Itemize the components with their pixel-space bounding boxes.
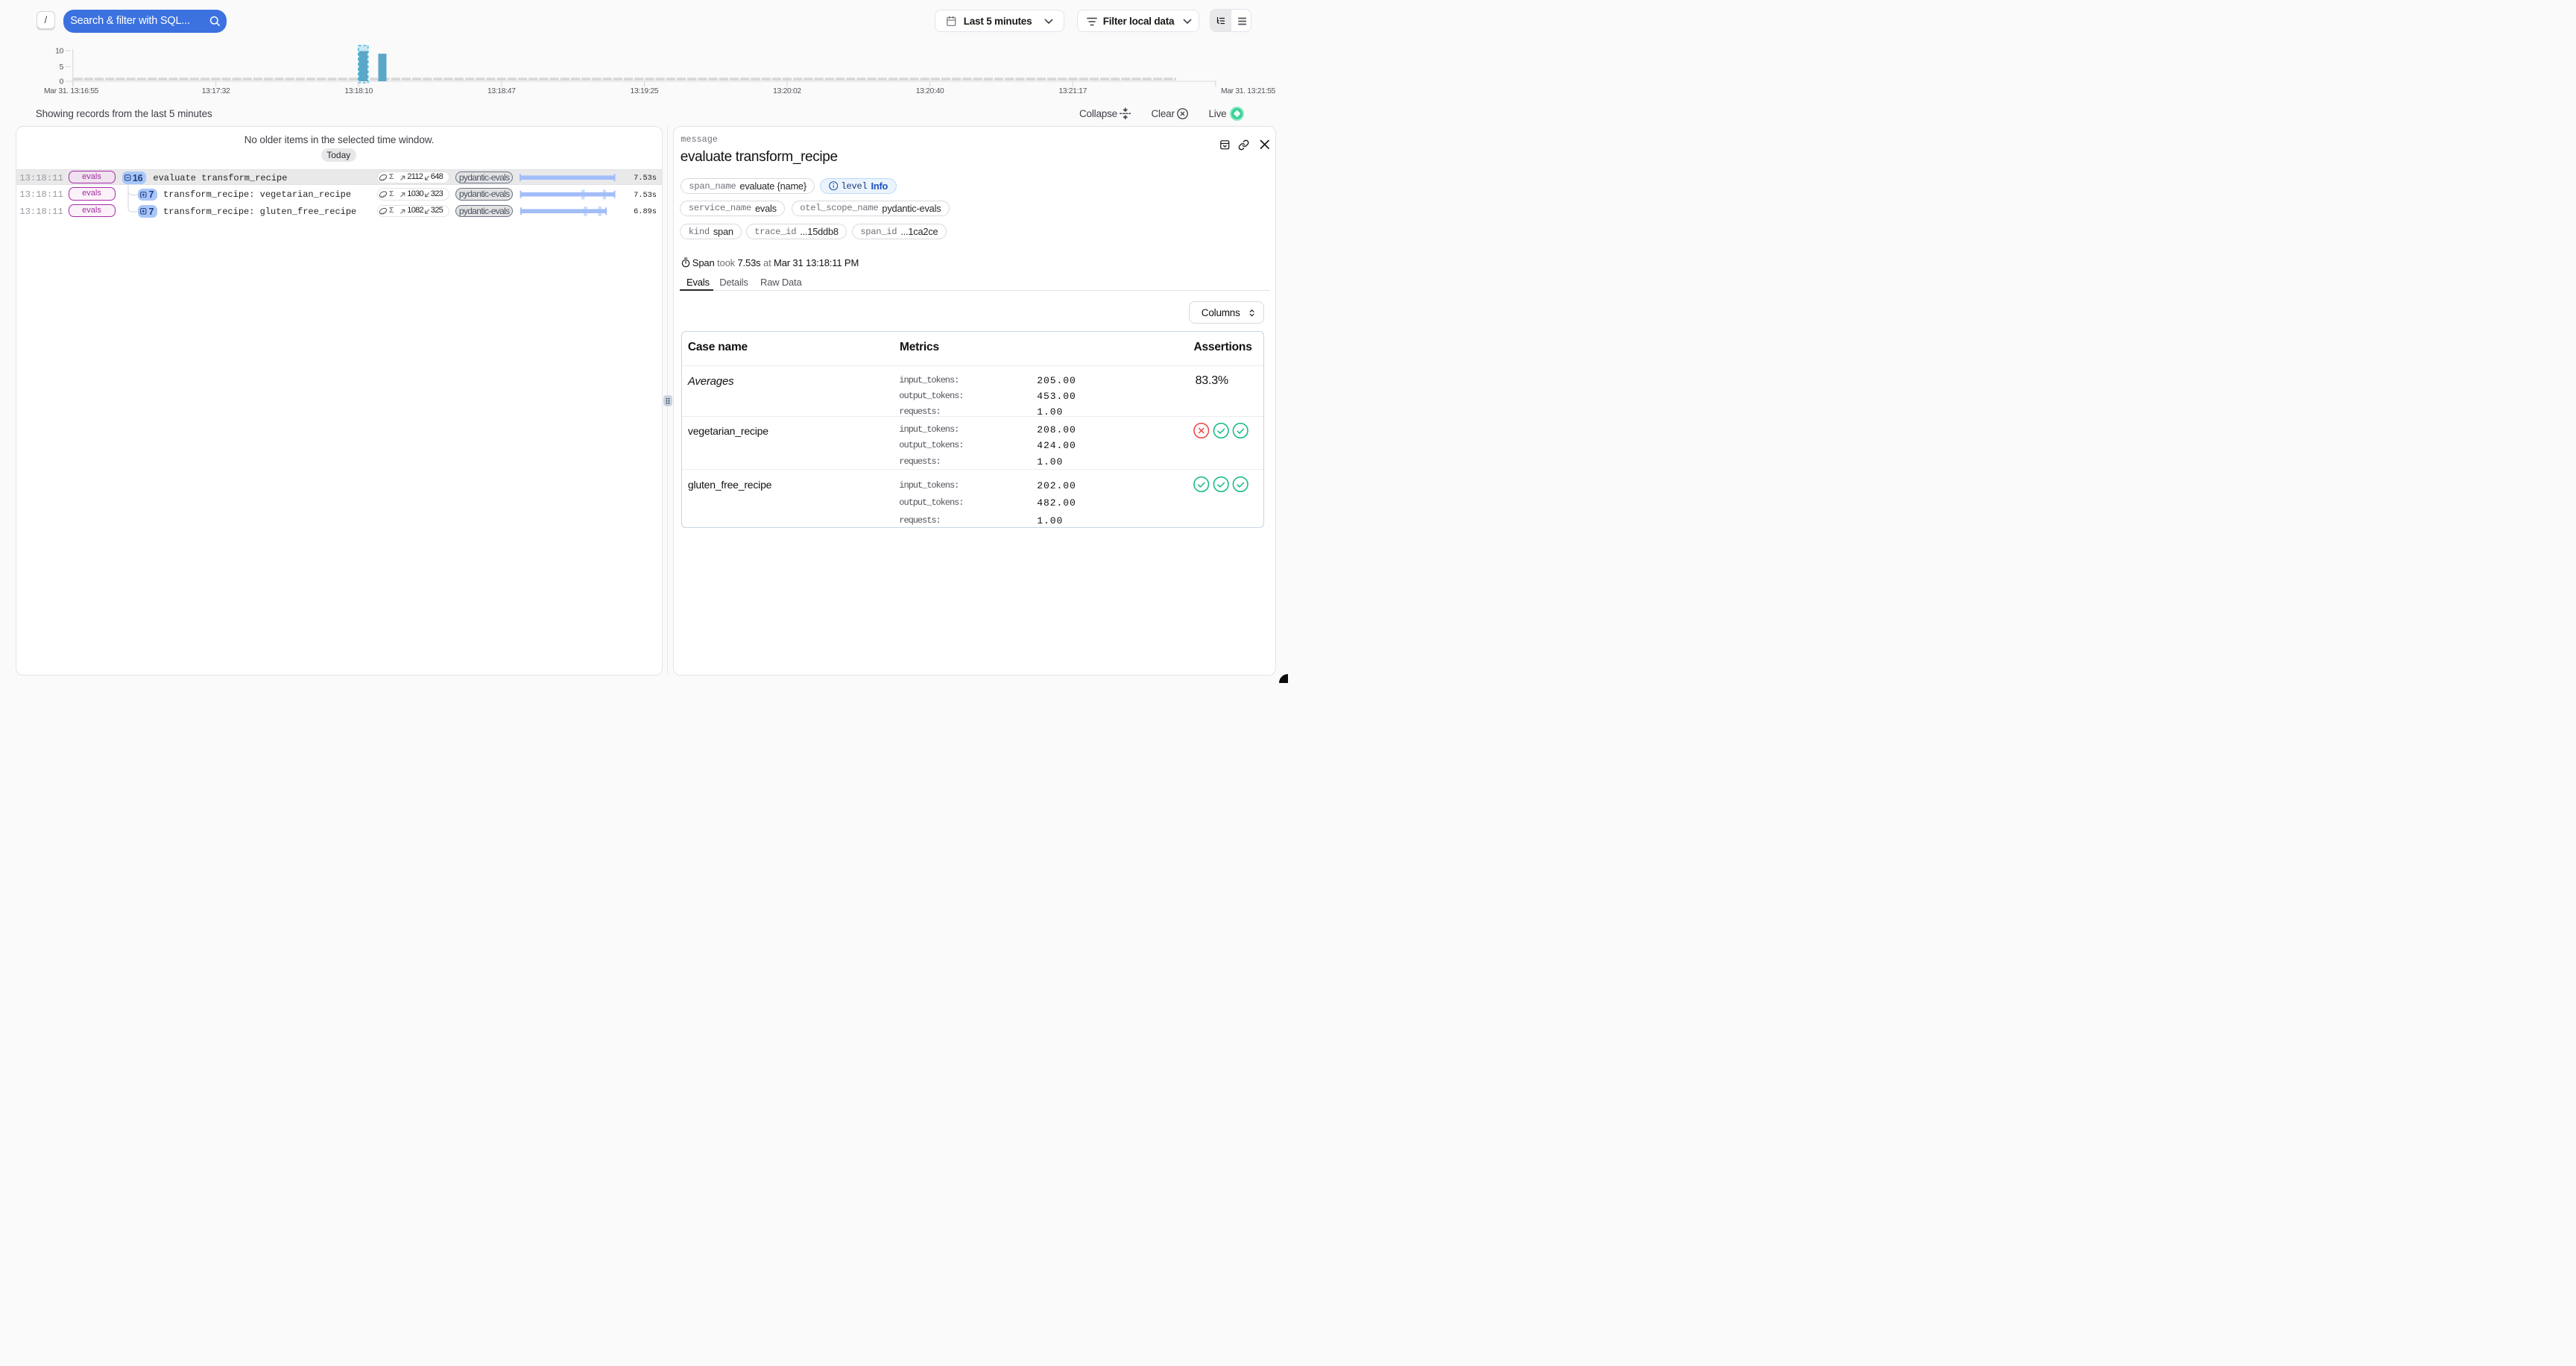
svg-text:13:20:02: 13:20:02 [773,87,801,95]
svg-text:13:19:25: 13:19:25 [631,87,659,95]
svg-text:5: 5 [60,63,64,72]
svg-text:13:20:40: 13:20:40 [916,87,944,95]
svg-text:13:17:32: 13:17:32 [202,87,230,95]
svg-text:13:21:17: 13:21:17 [1058,87,1087,95]
svg-text:Mar 31. 13:21:55: Mar 31. 13:21:55 [1221,87,1276,95]
svg-text:Mar 31. 13:16:55: Mar 31. 13:16:55 [44,87,99,95]
svg-text:0: 0 [60,78,64,86]
svg-text:10: 10 [55,47,63,55]
svg-text:13:18:47: 13:18:47 [487,87,516,95]
svg-text:13:18:10: 13:18:10 [344,87,373,95]
